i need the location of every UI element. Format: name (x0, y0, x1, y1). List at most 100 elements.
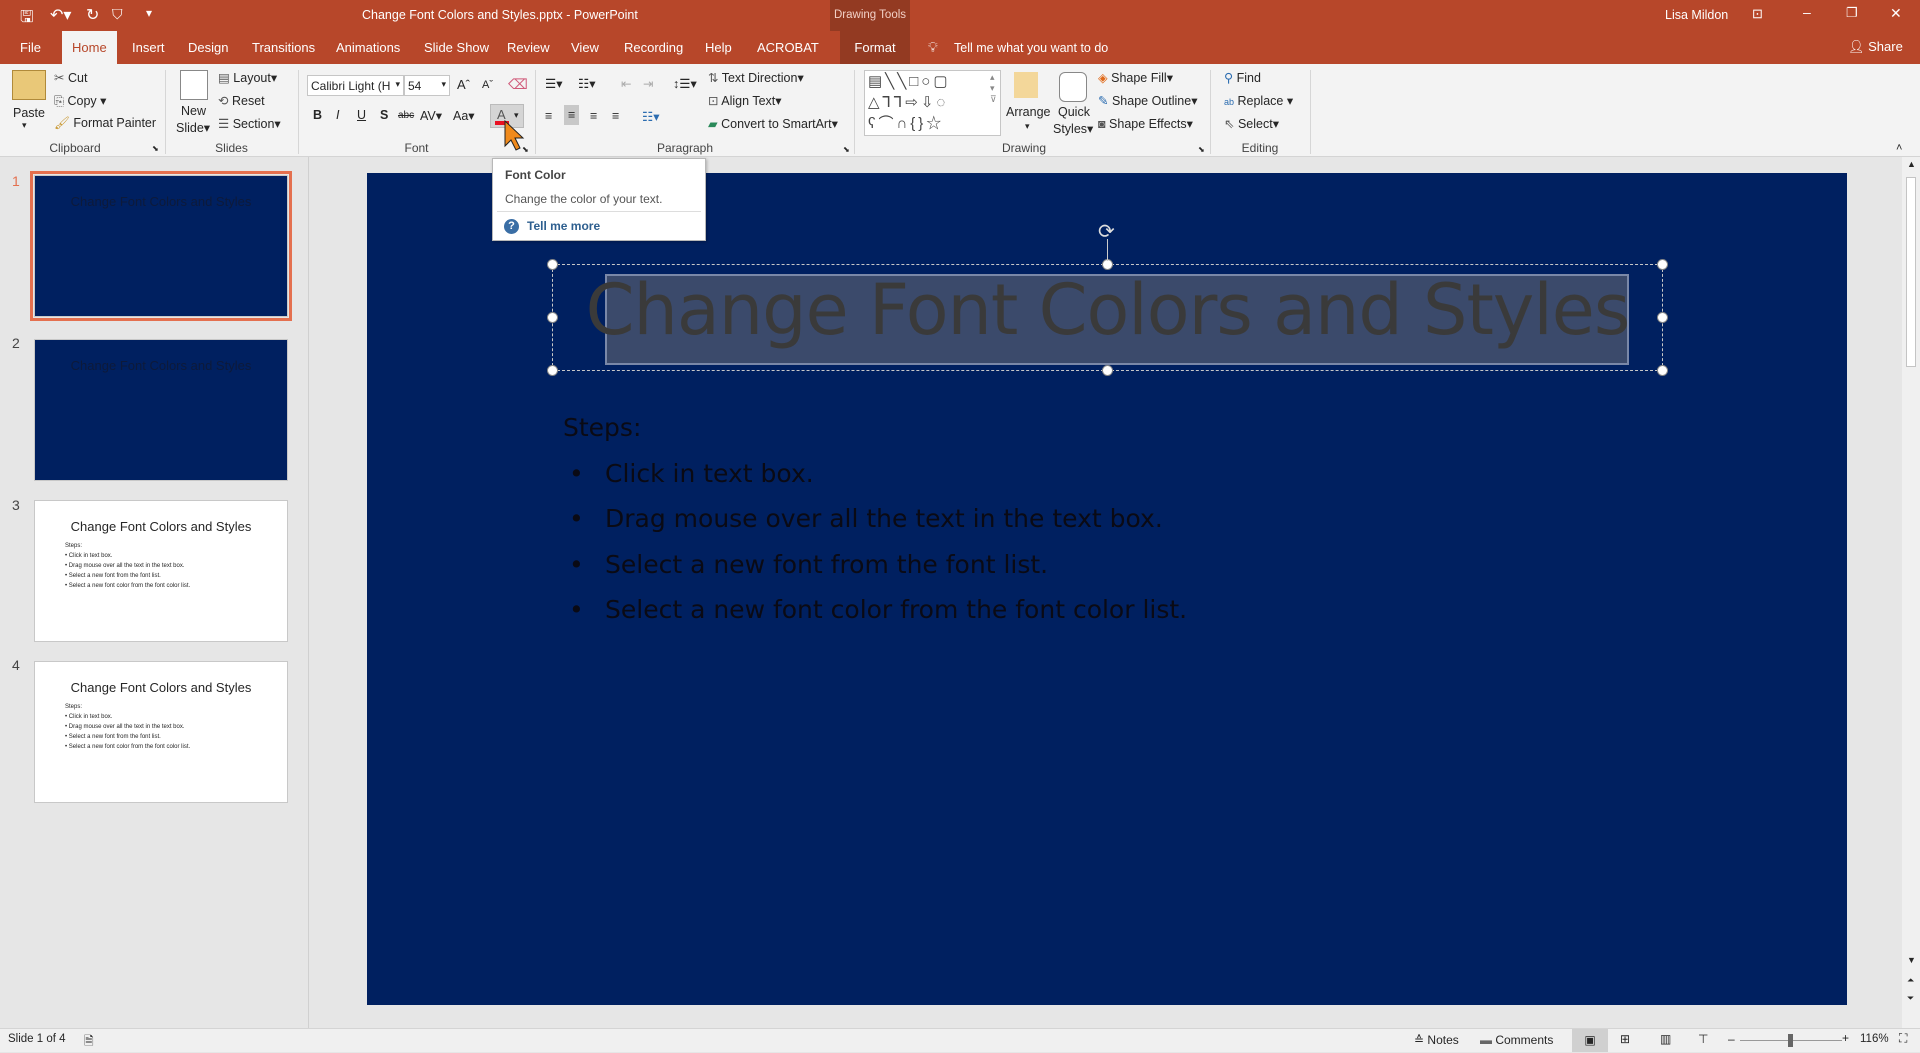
columns-icon[interactable]: ☷▾ (642, 109, 659, 124)
resize-handle[interactable] (547, 365, 558, 376)
text-direction-button[interactable]: ⇅ Text Direction▾ (708, 70, 804, 85)
restore-icon[interactable]: ❐ (1846, 5, 1858, 21)
slide-thumbnail-3[interactable]: Change Font Colors and Styles Steps: • Cl… (34, 500, 288, 642)
gallery-scroll-icon[interactable]: ▴ ▾ ⊽ (990, 72, 997, 105)
rotate-handle-icon[interactable]: ⟳ (1098, 219, 1115, 244)
zoom-slider-thumb[interactable] (1788, 1034, 1793, 1047)
resize-handle[interactable] (547, 312, 558, 323)
layout-button[interactable]: ▤ Layout▾ (218, 70, 277, 85)
start-from-beginning-icon[interactable]: ⛉ (112, 6, 123, 23)
redo-icon[interactable]: ↻ (86, 5, 99, 25)
drawing-launcher-icon[interactable]: ⬊ (1198, 145, 1205, 154)
font-launcher-icon[interactable]: ⬊ (522, 145, 529, 154)
section-button[interactable]: ☰ Section▾ (218, 116, 281, 131)
tab-review[interactable]: Review (497, 31, 560, 64)
arrange-icon[interactable] (1014, 72, 1038, 98)
resize-handle[interactable] (547, 259, 558, 270)
cut-button[interactable]: ✂ Cut (54, 70, 87, 85)
ribbon-display-options-icon[interactable]: ⊡ (1752, 6, 1763, 22)
center-icon[interactable]: ≡ (564, 105, 580, 125)
tab-acrobat[interactable]: ACROBAT (747, 31, 829, 64)
resize-handle[interactable] (1657, 259, 1668, 270)
user-name[interactable]: Lisa Mildon (1665, 8, 1728, 22)
collapse-ribbon-icon[interactable]: ˄ (1896, 142, 1902, 154)
spell-check-icon[interactable]: 🗎 (84, 1032, 94, 1053)
tab-format[interactable]: Format (840, 31, 910, 64)
slide-canvas[interactable]: Change Font Colors and Styles ⟳ Steps: •… (367, 173, 1847, 1005)
tab-file[interactable]: File (10, 31, 51, 64)
shape-fill-button[interactable]: ◈ Shape Fill▾ (1098, 70, 1173, 85)
normal-view-icon[interactable]: ▣ (1572, 1029, 1608, 1052)
align-text-button[interactable]: ⊡ Align Text▾ (708, 93, 782, 108)
arrange-button[interactable]: Arrange (1006, 105, 1050, 119)
line-spacing-icon[interactable]: ↕☰▾ (673, 76, 697, 91)
replace-button[interactable]: ab Replace ▾ (1224, 93, 1293, 108)
scroll-down-icon[interactable]: ▼ (1907, 955, 1916, 965)
new-slide-dropdown[interactable]: Slide▾ (176, 120, 210, 135)
reset-button[interactable]: ⟲ Reset (218, 93, 265, 108)
next-slide-icon[interactable]: ⏷ (1907, 993, 1914, 1004)
shape-outline-button[interactable]: ✎ Shape Outline▾ (1098, 93, 1197, 108)
numbering-icon[interactable]: ☷▾ (578, 76, 595, 91)
previous-slide-icon[interactable]: ⏶ (1907, 975, 1914, 986)
undo-icon[interactable]: ↶▾ (50, 5, 71, 25)
decrease-font-size-icon[interactable]: Aˇ (482, 79, 493, 91)
slide-body[interactable]: Steps: • Click in text box. • Drag mouse o… (563, 405, 1187, 633)
quick-styles-dropdown[interactable]: Styles▾ (1053, 121, 1093, 136)
find-button[interactable]: ⚲ Find (1224, 70, 1261, 85)
tell-me-more-link[interactable]: Tell me more (527, 219, 600, 233)
resize-handle[interactable] (1102, 365, 1113, 376)
bold-icon[interactable]: B (313, 108, 322, 122)
slide-thumbnail-2[interactable]: Change Font Colors and Styles (34, 339, 288, 481)
slide-thumbnail-4[interactable]: Change Font Colors and Styles Steps: • Cl… (34, 661, 288, 803)
slide-title[interactable]: Change Font Colors and Styles (552, 269, 1663, 351)
tab-animations[interactable]: Animations (326, 31, 410, 64)
font-size-combobox[interactable]: 54 ▾ (404, 75, 450, 96)
shapes-gallery[interactable]: ▤╲╲□○▢ △⅂⅂⇨⇩◌ ʕ⌒∩{}☆ (864, 70, 1001, 136)
slideshow-view-icon[interactable]: ⊤ (1698, 1032, 1708, 1046)
text-shadow-icon[interactable]: S (380, 108, 388, 122)
decrease-indent-icon[interactable]: ⇤ (621, 76, 631, 91)
tab-insert[interactable]: Insert (122, 31, 175, 64)
change-case-icon[interactable]: Aa▾ (453, 108, 475, 123)
strikethrough-icon[interactable]: abc (398, 110, 414, 121)
increase-indent-icon[interactable]: ⇥ (643, 76, 653, 91)
convert-smartart-button[interactable]: ▰ Convert to SmartArt▾ (708, 116, 838, 131)
paragraph-launcher-icon[interactable]: ⬊ (843, 145, 850, 154)
close-icon[interactable]: ✕ (1890, 5, 1902, 22)
slide-sorter-icon[interactable]: ⊞ (1620, 1032, 1630, 1046)
character-spacing-icon[interactable]: AV▾ (420, 108, 442, 123)
quick-styles-icon[interactable] (1059, 72, 1087, 102)
reading-view-icon[interactable]: ▥ (1660, 1032, 1671, 1046)
tab-view[interactable]: View (561, 31, 609, 64)
clipboard-launcher-icon[interactable]: ⬊ (152, 144, 159, 153)
comments-button[interactable]: ▬ Comments (1480, 1033, 1553, 1047)
scrollbar-thumb[interactable] (1906, 177, 1916, 367)
tab-transitions[interactable]: Transitions (242, 31, 325, 64)
fit-to-window-icon[interactable]: ⛶ (1899, 1031, 1907, 1046)
format-painter-button[interactable]: 🖌︎ Format Painter (54, 116, 156, 131)
paste-button[interactable]: Paste (13, 106, 45, 120)
resize-handle[interactable] (1657, 312, 1668, 323)
tab-slide-show[interactable]: Slide Show (414, 31, 499, 64)
copy-button[interactable]: ⎘ Copy ▾ (54, 93, 106, 109)
select-button[interactable]: ⇖ Select▾ (1224, 116, 1279, 131)
clear-formatting-icon[interactable]: ⌫ (508, 76, 528, 93)
tab-home[interactable]: Home (62, 31, 117, 64)
bullets-icon[interactable]: ☰▾ (545, 76, 562, 91)
new-slide-icon[interactable] (180, 70, 208, 100)
increase-font-size-icon[interactable]: Aˆ (457, 77, 470, 92)
customize-qat-icon[interactable]: ▾ (146, 6, 152, 20)
new-slide-button[interactable]: New (181, 104, 206, 118)
zoom-in-icon[interactable]: + (1842, 1031, 1849, 1045)
notes-button[interactable]: ≙ Notes (1414, 1033, 1459, 1047)
font-name-combobox[interactable]: Calibri Light (H ▾ (307, 75, 404, 96)
slide-thumbnail-1[interactable]: Change Font Colors and Styles (30, 171, 292, 321)
minimize-icon[interactable]: – (1803, 4, 1811, 20)
justify-icon[interactable]: ≡ (612, 109, 619, 123)
tab-help[interactable]: Help (695, 31, 742, 64)
paste-dropdown-icon[interactable]: ▾ (22, 120, 27, 131)
arrange-dropdown-icon[interactable]: ▾ (1025, 121, 1030, 132)
align-left-icon[interactable]: ≡ (545, 109, 552, 123)
tab-design[interactable]: Design (178, 31, 238, 64)
